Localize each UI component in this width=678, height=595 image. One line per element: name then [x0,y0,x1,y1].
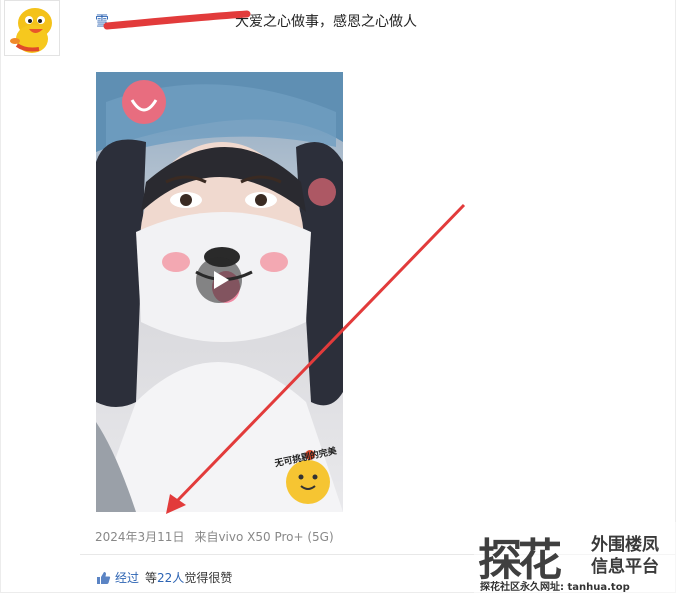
redaction-mark [103,10,251,30]
post-source: 来自vivo X50 Pro+ (5G) [194,530,334,544]
post-date[interactable]: 2024年3月11日 [95,530,184,544]
like-prefix: 等 [145,571,158,585]
play-icon [214,271,229,289]
like-suffix: 觉得很赞 [184,571,233,585]
post-meta: 2024年3月11日 来自vivo X50 Pro+ (5G) [95,528,334,545]
post-content: 大爱之心做事，感恩之心做人 [235,14,417,30]
watermark: 探花 外围楼凤 信息平台 探花社区永久网址: tanhua.top [474,522,678,595]
thumbs-up-icon[interactable] [96,571,111,585]
post-text-line: 雪大爱之心做事，感恩之心做人 [95,10,417,31]
like-count-link[interactable]: 22人 [157,569,184,586]
like-row: 经过 等 22人 觉得很赞 [96,569,232,586]
penguin-avatar-icon [10,8,52,53]
watermark-title-line2: 信息平台 [591,557,659,577]
like-button[interactable]: 经过 [115,569,139,586]
play-button[interactable] [196,257,242,303]
avatar[interactable] [4,0,60,56]
watermark-url: 探花社区永久网址: tanhua.top [480,582,630,593]
